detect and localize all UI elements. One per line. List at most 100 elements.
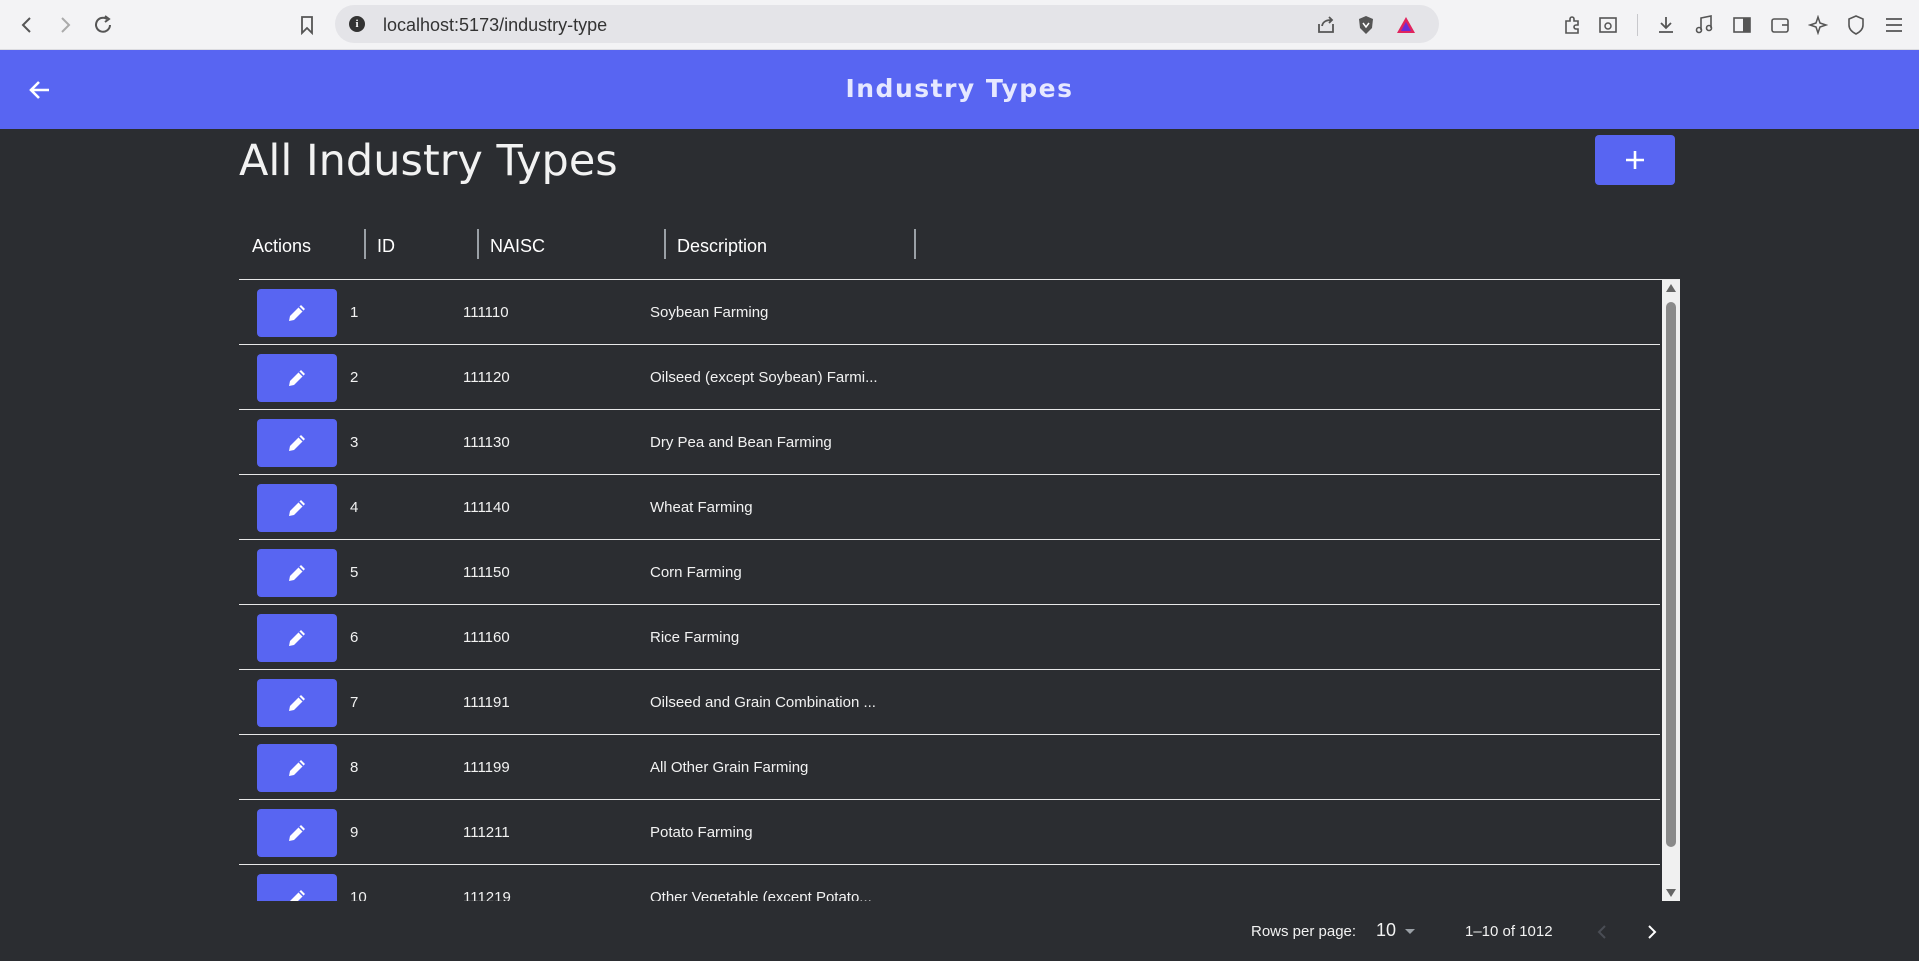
cell-id: 9 [350,824,359,841]
pencil-icon [289,695,305,711]
edit-button[interactable] [257,809,337,857]
brave-shield-icon[interactable] [1355,14,1377,36]
cell-description: Other Vegetable (except Potato... [650,889,872,901]
cell-id: 5 [350,564,359,581]
toolbar-divider [1637,14,1638,36]
table-row[interactable]: 10 111219 Other Vegetable (except Potato..… [239,865,1660,901]
cell-description: All Other Grain Farming [650,759,809,776]
wallet-icon[interactable] [1767,12,1793,38]
industry-types-table: Actions ID NAISC Description 1 111110 Soyb… [239,222,1680,901]
back-nav-icon[interactable] [12,10,42,40]
pencil-icon [289,370,305,386]
pagination: Rows per page: 10 1–10 of 1012 [0,914,1680,948]
cell-naisc: 111110 [463,304,509,321]
chevron-right-icon [1648,925,1657,939]
cell-naisc: 111130 [463,434,510,451]
table-row[interactable]: 4 111140 Wheat Farming [239,475,1660,540]
edit-button[interactable] [257,549,337,597]
edit-button[interactable] [257,354,337,402]
column-separator[interactable] [477,229,479,259]
cell-description: Oilseed (except Soybean) Farmi... [650,369,878,386]
table-row[interactable]: 9 111211 Potato Farming [239,800,1660,865]
add-industry-type-button[interactable] [1595,135,1675,185]
app-header: Industry Types [0,50,1919,129]
table-row[interactable]: 8 111199 All Other Grain Farming [239,735,1660,800]
download-icon[interactable] [1653,12,1679,38]
table-header: Actions ID NAISC Description [239,222,1680,280]
table-row[interactable]: 6 111160 Rice Farming [239,605,1660,670]
cell-naisc: 111199 [463,759,510,776]
cell-naisc: 111160 [463,629,510,646]
cell-id: 3 [350,434,359,451]
scroll-up-arrow-icon[interactable] [1666,284,1676,292]
pencil-icon [289,630,305,646]
cell-description: Corn Farming [650,564,742,581]
cell-description: Dry Pea and Bean Farming [650,434,832,451]
browser-toolbar: i localhost:5173/industry-type [0,0,1919,50]
next-page-button[interactable] [1638,918,1666,946]
extensions-icon[interactable] [1559,12,1585,38]
cell-id: 8 [350,759,359,776]
previous-page-button[interactable] [1588,918,1616,946]
scroll-down-arrow-icon[interactable] [1666,889,1676,897]
sidebar-icon[interactable] [1729,12,1755,38]
edit-button[interactable] [257,484,337,532]
cell-naisc: 111120 [463,369,510,386]
table-rows: 1 111110 Soybean Farming 2 111120 Oilseed (ex… [239,280,1680,901]
pencil-icon [289,565,305,581]
search-tabs-icon[interactable] [1595,12,1621,38]
table-row[interactable]: 3 111130 Dry Pea and Bean Farming [239,410,1660,475]
column-separator[interactable] [914,229,916,259]
address-bar[interactable]: i localhost:5173/industry-type [335,5,1439,43]
reload-icon[interactable] [88,10,118,40]
table-row[interactable]: 2 111120 Oilseed (except Soybean) Farmi... [239,345,1660,410]
table-body[interactable]: 1 111110 Soybean Farming 2 111120 Oilseed (ex… [239,280,1680,901]
column-separator[interactable] [664,229,666,259]
cell-naisc: 111140 [463,499,510,516]
brave-rewards-icon[interactable] [1395,14,1417,36]
leo-ai-icon[interactable] [1805,12,1831,38]
cell-naisc: 111211 [463,824,510,841]
site-info-icon[interactable]: i [349,16,365,32]
pagination-range: 1–10 of 1012 [1465,923,1553,940]
bookmark-icon[interactable] [292,10,322,40]
cell-description: Oilseed and Grain Combination ... [650,694,876,711]
vpn-shield-icon[interactable] [1843,12,1869,38]
column-header-id[interactable]: ID [377,236,395,257]
music-icon[interactable] [1691,12,1717,38]
cell-id: 6 [350,629,359,646]
column-header-actions[interactable]: Actions [252,236,311,257]
edit-button[interactable] [257,289,337,337]
cell-id: 2 [350,369,359,386]
app-title: Industry Types [845,74,1074,103]
vertical-scrollbar[interactable] [1662,280,1680,901]
column-header-description[interactable]: Description [677,236,767,257]
edit-button[interactable] [257,614,337,662]
cell-naisc: 111219 [463,889,511,901]
rows-per-page-select[interactable]: 10 [1376,920,1396,941]
menu-icon[interactable] [1881,12,1907,38]
plus-icon [1626,151,1644,169]
caret-down-icon[interactable] [1405,929,1415,934]
pencil-icon [289,435,305,451]
page-title: All Industry Types [239,136,618,186]
edit-button[interactable] [257,744,337,792]
table-row[interactable]: 5 111150 Corn Farming [239,540,1660,605]
table-row[interactable]: 7 111191 Oilseed and Grain Combination ... [239,670,1660,735]
cell-id: 10 [350,889,367,901]
table-row[interactable]: 1 111110 Soybean Farming [239,280,1660,345]
cell-description: Rice Farming [650,629,740,646]
pencil-icon [289,305,305,321]
cell-id: 1 [350,304,359,321]
edit-button[interactable] [257,419,337,467]
forward-nav-icon[interactable] [50,10,80,40]
share-icon[interactable] [1315,14,1337,36]
column-header-naisc[interactable]: NAISC [490,236,545,257]
cell-naisc: 111150 [463,564,510,581]
scroll-thumb[interactable] [1666,302,1676,847]
cell-description: Wheat Farming [650,499,753,516]
edit-button[interactable] [257,874,337,901]
edit-button[interactable] [257,679,337,727]
column-separator[interactable] [364,229,366,259]
cell-id: 4 [350,499,359,516]
